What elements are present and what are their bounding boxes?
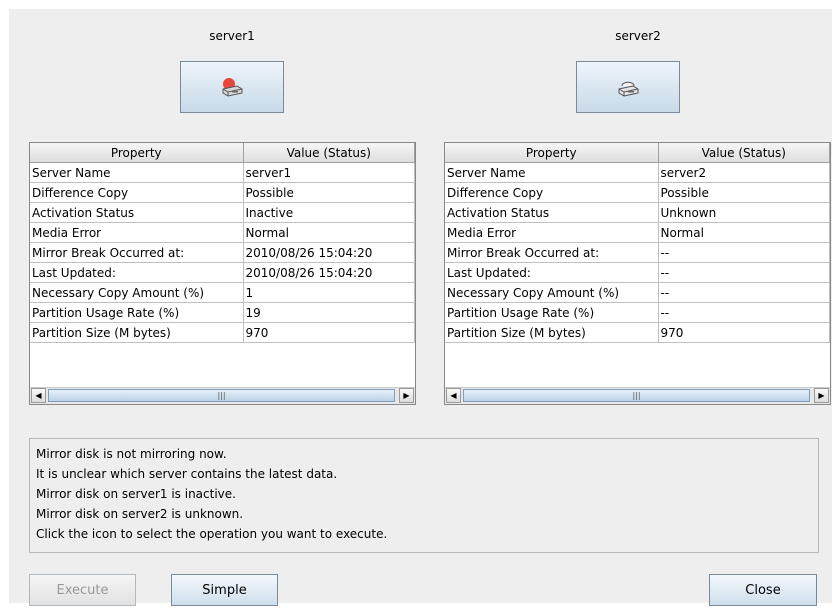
scroll-left-icon[interactable]: ◀ [446, 388, 461, 403]
value-cell: Unknown [657, 202, 830, 223]
simple-button[interactable]: Simple [171, 574, 278, 606]
close-button[interactable]: Close [709, 574, 817, 606]
column-header-property[interactable]: Property [445, 143, 659, 163]
value-cell: server1 [242, 162, 415, 183]
value-cell: Possible [657, 182, 830, 203]
property-cell: Activation Status [445, 202, 659, 223]
table-row[interactable]: Partition Size (M bytes) 970 [445, 322, 830, 343]
value-cell: 19 [242, 302, 415, 323]
table-row[interactable]: Media Error Normal [445, 222, 830, 243]
table-row[interactable]: Partition Size (M bytes) 970 [30, 322, 415, 343]
property-cell: Activation Status [30, 202, 244, 223]
value-cell: Inactive [242, 202, 415, 223]
status-message: Click the icon to select the operation y… [36, 527, 388, 541]
property-cell: Necessary Copy Amount (%) [445, 282, 659, 303]
table-row[interactable]: Server Name server1 [30, 162, 415, 183]
table-row[interactable]: Necessary Copy Amount (%) 1 [30, 282, 415, 303]
property-cell: Difference Copy [30, 182, 244, 203]
status-message: Mirror disk on server2 is unknown. [36, 507, 244, 521]
server1-property-table: Property Value (Status) Server Name serve… [29, 142, 416, 405]
grip-icon: ||| [632, 391, 641, 400]
table-row[interactable]: Difference Copy Possible [30, 182, 415, 203]
value-cell: 2010/08/26 15:04:20 [242, 262, 415, 283]
value-cell: 2010/08/26 15:04:20 [242, 242, 415, 263]
server2-icon-button[interactable] [576, 61, 680, 113]
table-row[interactable]: Last Updated: 2010/08/26 15:04:20 [30, 262, 415, 283]
value-cell: Normal [242, 222, 415, 243]
property-cell: Server Name [445, 162, 659, 183]
property-cell: Partition Usage Rate (%) [445, 302, 659, 323]
property-cell: Mirror Break Occurred at: [30, 242, 244, 263]
server-disk-unknown-icon [618, 81, 639, 97]
value-cell: -- [657, 302, 830, 323]
scroll-right-icon[interactable]: ▶ [814, 388, 829, 403]
property-cell: Media Error [30, 222, 244, 243]
scroll-right-icon[interactable]: ▶ [399, 388, 414, 403]
property-cell: Partition Size (M bytes) [30, 322, 244, 343]
property-cell: Necessary Copy Amount (%) [30, 282, 244, 303]
table-row[interactable]: Mirror Break Occurred at: -- [445, 242, 830, 263]
value-cell: -- [657, 282, 830, 303]
status-message: Mirror disk is not mirroring now. [36, 447, 227, 461]
server1-title: server1 [209, 29, 255, 43]
table-row[interactable]: Media Error Normal [30, 222, 415, 243]
table-row[interactable]: Mirror Break Occurred at: 2010/08/26 15:0… [30, 242, 415, 263]
value-cell: 970 [242, 322, 415, 343]
property-cell: Difference Copy [445, 182, 659, 203]
scroll-left-icon[interactable]: ◀ [31, 388, 46, 403]
column-header-property[interactable]: Property [30, 143, 244, 163]
table-row[interactable]: Activation Status Inactive [30, 202, 415, 223]
property-cell: Media Error [445, 222, 659, 243]
value-cell: 1 [242, 282, 415, 303]
server-disk-inactive-icon [222, 78, 243, 97]
value-cell: 970 [657, 322, 830, 343]
scrollbar-thumb[interactable]: ||| [48, 389, 395, 402]
table-row[interactable]: Last Updated: -- [445, 262, 830, 283]
property-cell: Mirror Break Occurred at: [445, 242, 659, 263]
property-cell: Partition Usage Rate (%) [30, 302, 244, 323]
status-message: It is unclear which server contains the … [36, 467, 338, 481]
execute-button[interactable]: Execute [29, 574, 136, 606]
property-cell: Server Name [30, 162, 244, 183]
value-cell: -- [657, 262, 830, 283]
property-cell: Last Updated: [30, 262, 244, 283]
value-cell: Normal [657, 222, 830, 243]
grip-icon: ||| [217, 391, 226, 400]
server1-icon-button[interactable] [180, 61, 284, 113]
table-row[interactable]: Partition Usage Rate (%) -- [445, 302, 830, 323]
table-row[interactable]: Server Name server2 [445, 162, 830, 183]
status-message-area: Mirror disk is not mirroring now. It is … [29, 438, 819, 553]
value-cell: server2 [657, 162, 830, 183]
server2-horizontal-scrollbar[interactable]: ◀ ||| ▶ [445, 387, 830, 404]
scrollbar-thumb[interactable]: ||| [463, 389, 810, 402]
mirror-disk-dialog: server1 server2 Property Value (Status) … [9, 9, 832, 606]
table-row[interactable]: Partition Usage Rate (%) 19 [30, 302, 415, 323]
status-message: Mirror disk on server1 is inactive. [36, 487, 236, 501]
table-row[interactable]: Activation Status Unknown [445, 202, 830, 223]
server2-title: server2 [615, 29, 661, 43]
value-cell: Possible [242, 182, 415, 203]
property-cell: Last Updated: [445, 262, 659, 283]
table-row[interactable]: Difference Copy Possible [445, 182, 830, 203]
server1-horizontal-scrollbar[interactable]: ◀ ||| ▶ [30, 387, 415, 404]
column-header-value[interactable]: Value (Status) [657, 143, 830, 163]
value-cell: -- [657, 242, 830, 263]
property-cell: Partition Size (M bytes) [445, 322, 659, 343]
server2-property-table: Property Value (Status) Server Name serve… [444, 142, 831, 405]
table-row[interactable]: Necessary Copy Amount (%) -- [445, 282, 830, 303]
column-header-value[interactable]: Value (Status) [242, 143, 415, 163]
